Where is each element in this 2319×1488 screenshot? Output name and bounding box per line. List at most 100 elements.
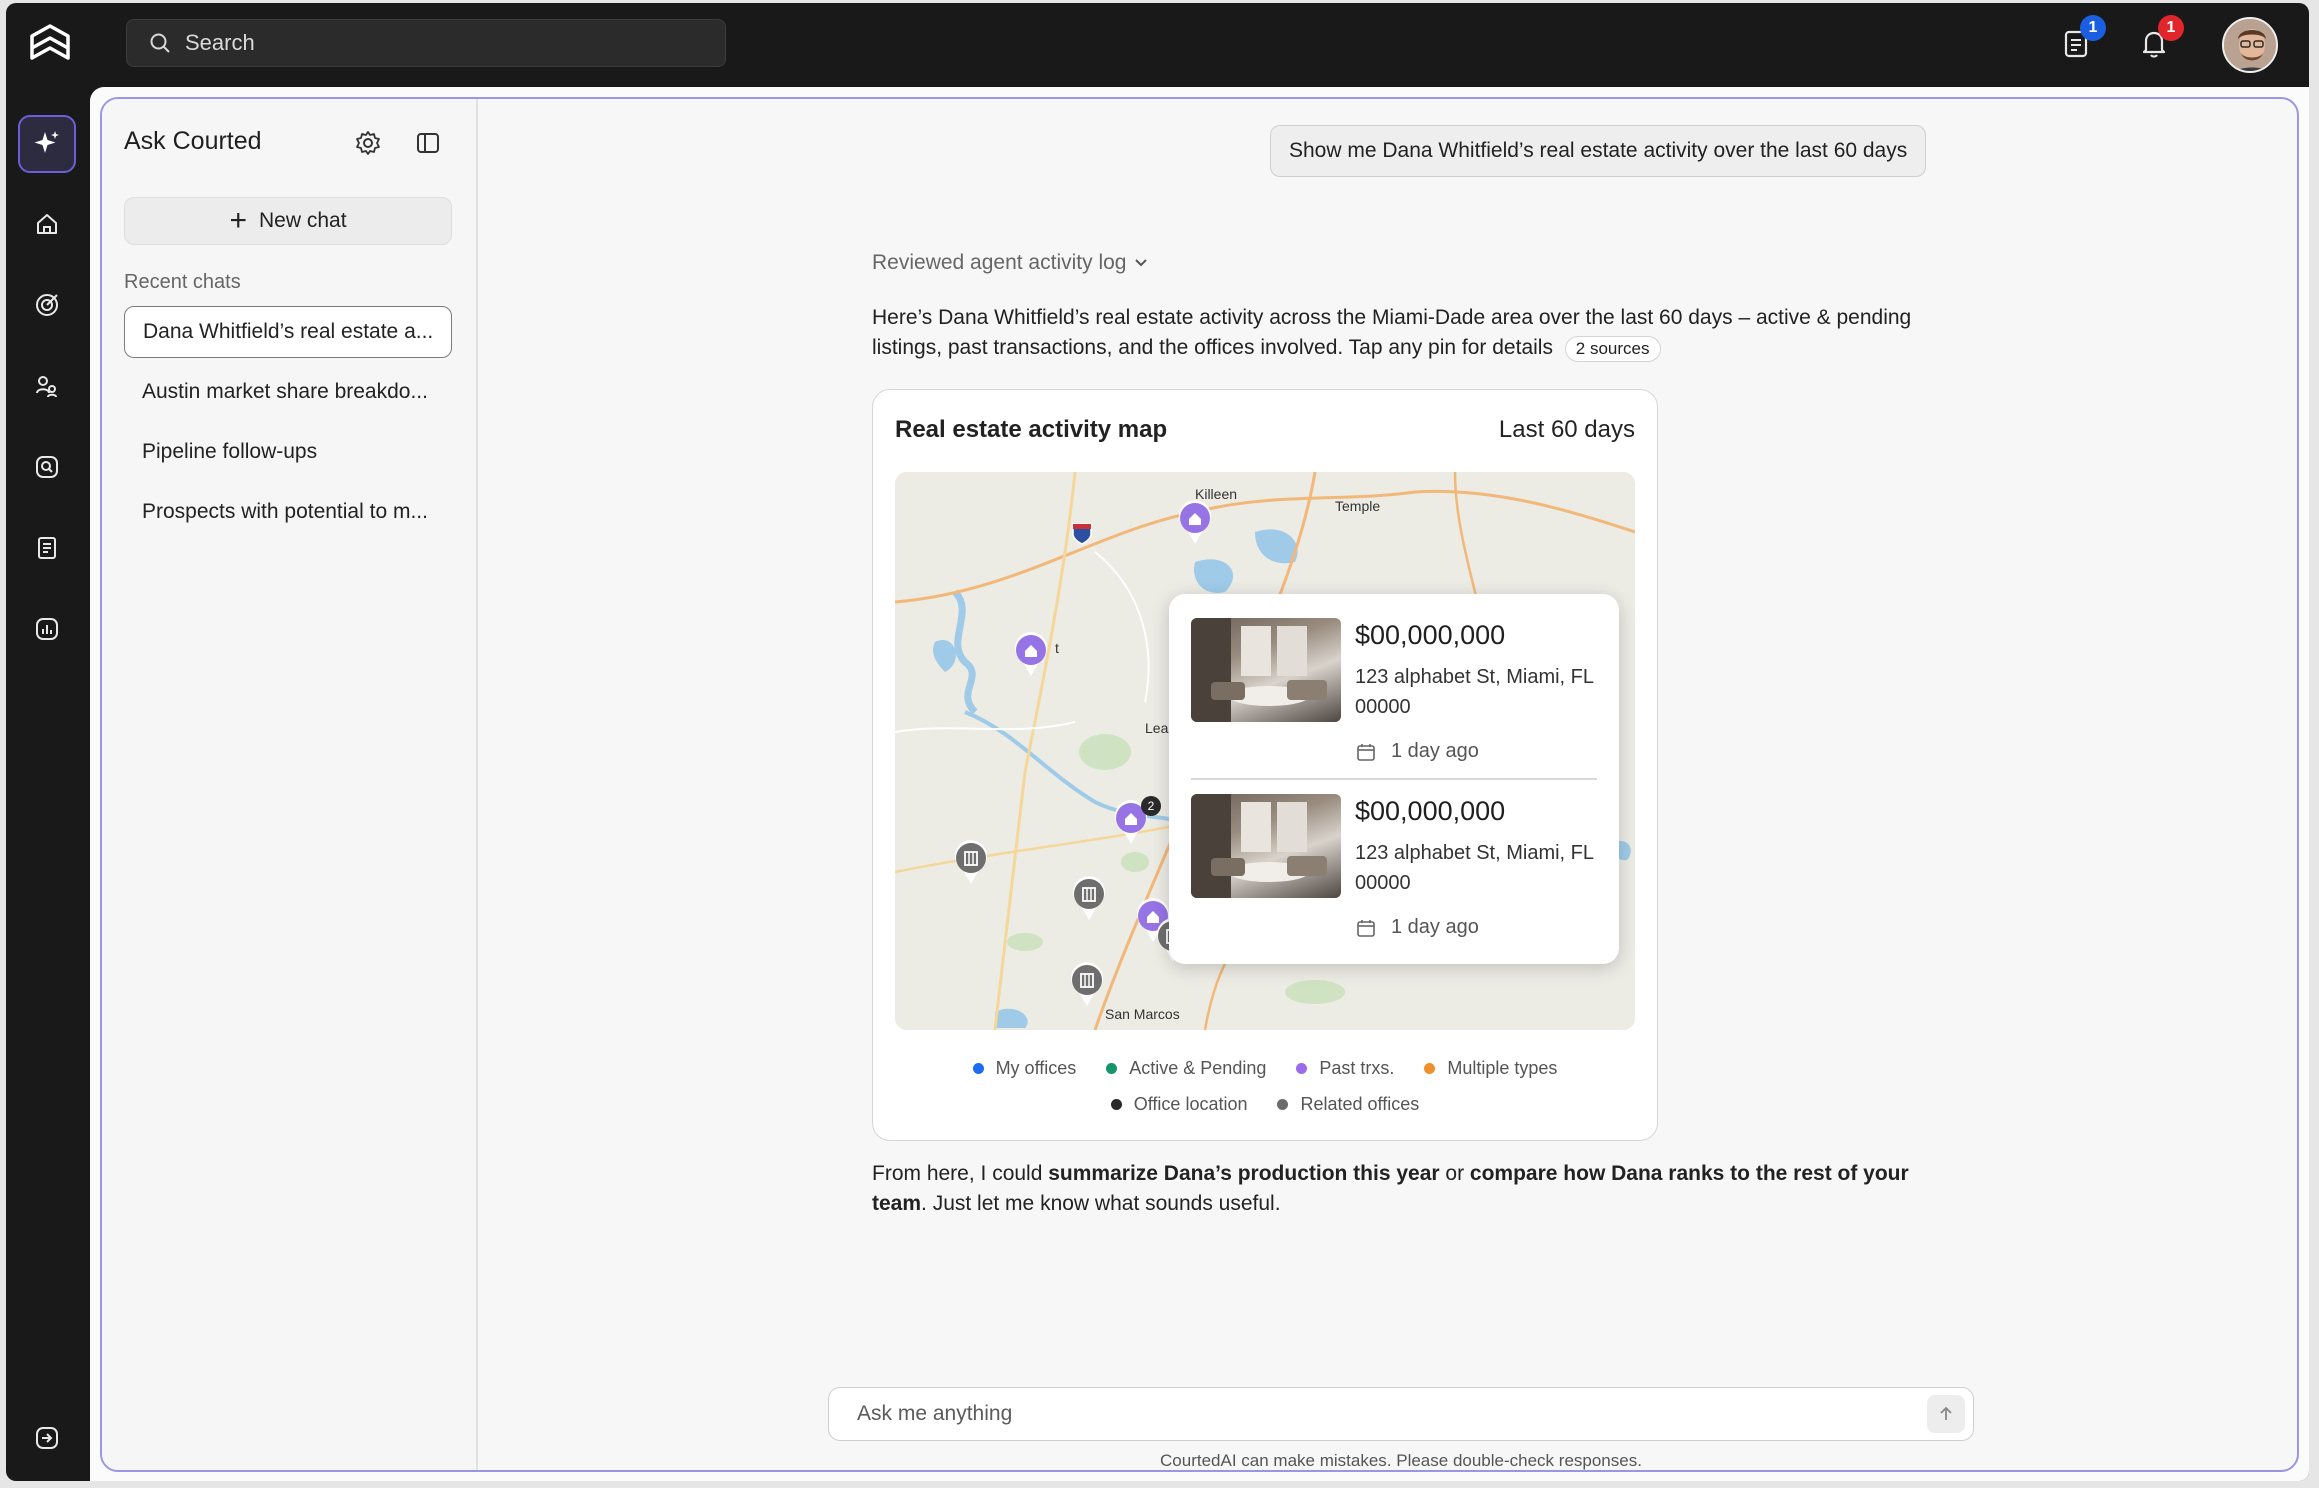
listing-photo [1191, 618, 1341, 722]
listing-card[interactable]: $00,000,000 123 alphabet St, Miami, FL 0… [1191, 794, 1601, 954]
followup-text: or [1439, 1162, 1470, 1185]
legend-label: My offices [995, 1058, 1077, 1078]
listing-photo [1191, 794, 1341, 898]
listing-price: $00,000,000 [1355, 620, 1506, 650]
chevron-down-icon [1135, 259, 1148, 267]
legend-office-location: Office location [1110, 1094, 1247, 1115]
map-pin-past[interactable] [1011, 630, 1051, 678]
followup-text: . Just let me know what sounds useful. [921, 1192, 1281, 1215]
tasks-badge: 1 [2080, 15, 2106, 41]
activity-map-card: Real estate activity map Last 60 days Ki… [872, 389, 1658, 1141]
listing-ago: 1 day ago [1391, 740, 1479, 762]
sparkle-icon [34, 131, 59, 153]
chat-item-austin[interactable]: Austin market share breakdo... [124, 366, 452, 418]
screen-frame: Search 1 1 Ask Courted + New chat Recent… [0, 0, 2319, 1488]
app-window: Search 1 1 Ask Courted + New chat Recent… [6, 3, 2309, 1481]
magnifier-box-icon [36, 456, 58, 478]
gear-icon [356, 131, 380, 155]
rail-home[interactable] [18, 195, 76, 253]
map-legend-row-2: Office location Related offices [873, 1094, 1657, 1115]
chat-sidebar: Ask Courted + New chat Recent chats Dana… [102, 99, 478, 1470]
activity-map[interactable]: Killeen Temple San Marcos Lea t 2 $00,00… [895, 472, 1635, 1030]
rail-ask-ai[interactable] [18, 115, 76, 173]
chart-icon [36, 618, 58, 640]
legend-label: Past trxs. [1319, 1058, 1395, 1078]
listing-popup: $00,000,000 123 alphabet St, Miami, FL 0… [1169, 594, 1619, 964]
plus-icon: + [229, 204, 247, 237]
target-icon [36, 294, 58, 316]
legend-label: Related offices [1300, 1094, 1420, 1114]
map-legend-row-1: My offices Active & Pending Past trxs. M… [873, 1058, 1657, 1079]
legend-label: Active & Pending [1129, 1058, 1267, 1078]
user-message-bubble: Show me Dana Whitfield’s real estate act… [1270, 125, 1927, 177]
exit-icon [36, 1427, 58, 1449]
home-icon [37, 214, 57, 234]
listing-address: 123 alphabet St, Miami, FL 00000 [1355, 842, 1594, 894]
place-temple: Temple [1335, 498, 1381, 514]
chat-item-dana[interactable]: Dana Whitfield’s real estate a... [124, 306, 452, 358]
people-icon [36, 376, 57, 398]
listing-ago: 1 day ago [1391, 916, 1479, 938]
followup-text: From here, I could [872, 1162, 1049, 1185]
followup-suggestion-summarize: summarize Dana’s production this year [1048, 1162, 1440, 1185]
sources-chip[interactable]: 2 sources [1564, 336, 1661, 362]
left-rail [6, 87, 90, 1481]
chat-item-pipeline[interactable]: Pipeline follow-ups [124, 426, 452, 478]
place-partial-t: t [1055, 640, 1059, 656]
rail-analytics[interactable] [18, 600, 76, 658]
rail-reports[interactable] [18, 519, 76, 577]
assistant-answer: Here’s Dana Whitfield’s real estate acti… [872, 303, 1922, 363]
listing-address: 123 alphabet St, Miami, FL 00000 [1355, 666, 1594, 718]
legend-active-pending: Active & Pending [1106, 1058, 1266, 1079]
document-icon [38, 537, 56, 559]
search-input[interactable]: Search [126, 19, 726, 67]
legend-related-offices: Related offices [1277, 1094, 1419, 1115]
rail-targets[interactable] [18, 276, 76, 334]
answer-text: Here’s Dana Whitfield’s real estate acti… [872, 306, 1912, 359]
place-partial-lea: Lea [1145, 720, 1169, 736]
rail-search[interactable] [18, 438, 76, 496]
calendar-icon [1357, 743, 1375, 761]
assistant-workspace: Ask Courted + New chat Recent chats Dana… [100, 97, 2299, 1472]
map-card-title: Real estate activity map [895, 416, 1168, 443]
recent-chats-label: Recent chats [124, 271, 241, 293]
rail-logout[interactable] [18, 1409, 76, 1467]
listing-card[interactable]: $00,000,000 123 alphabet St, Miami, FL 0… [1191, 618, 1601, 778]
legend-label: Multiple types [1447, 1058, 1558, 1078]
calendar-icon [1357, 919, 1375, 937]
notifications-button[interactable]: 1 [2136, 15, 2184, 61]
map-pin-related-office[interactable] [1067, 960, 1107, 1008]
legend-past-trxs: Past trxs. [1296, 1058, 1394, 1079]
listing-date: 1 day ago [1355, 740, 1479, 763]
chat-item-prospects[interactable]: Prospects with potential to m... [124, 486, 452, 538]
send-button[interactable] [1927, 1395, 1965, 1433]
listing-price: $00,000,000 [1355, 796, 1506, 826]
search-icon [150, 33, 170, 53]
top-bar: Search 1 1 [6, 3, 2309, 87]
user-avatar[interactable] [2222, 17, 2278, 73]
new-chat-button[interactable]: + New chat [124, 197, 452, 245]
map-pin-related-office[interactable] [951, 838, 991, 886]
collapse-sidebar-button[interactable] [414, 129, 442, 157]
listing-date: 1 day ago [1355, 916, 1479, 939]
reviewed-log-toggle[interactable]: Reviewed agent activity log [872, 251, 1154, 275]
place-san-marcos: San Marcos [1105, 1006, 1180, 1022]
reviewed-label: Reviewed agent activity log [872, 251, 1127, 274]
rail-people[interactable] [18, 357, 76, 415]
main-panel: Ask Courted + New chat Recent chats Dana… [90, 87, 2309, 1481]
legend-my-offices: My offices [972, 1058, 1077, 1079]
notifications-badge: 1 [2158, 15, 2184, 41]
cluster-count-badge: 2 [1141, 796, 1161, 816]
map-pin-related-office[interactable] [1069, 874, 1109, 922]
arrow-up-icon [1940, 1406, 1952, 1420]
tasks-button[interactable]: 1 [2058, 15, 2106, 61]
ask-input[interactable] [857, 1388, 1897, 1440]
popup-divider [1191, 778, 1597, 780]
new-chat-label: New chat [258, 209, 347, 232]
map-card-range: Last 60 days [1498, 416, 1635, 443]
settings-button[interactable] [354, 129, 382, 157]
sidebar-title: Ask Courted [124, 127, 262, 155]
composer [828, 1387, 1974, 1441]
map-pin-past[interactable] [1175, 498, 1215, 546]
courted-logo-icon[interactable] [28, 22, 72, 66]
